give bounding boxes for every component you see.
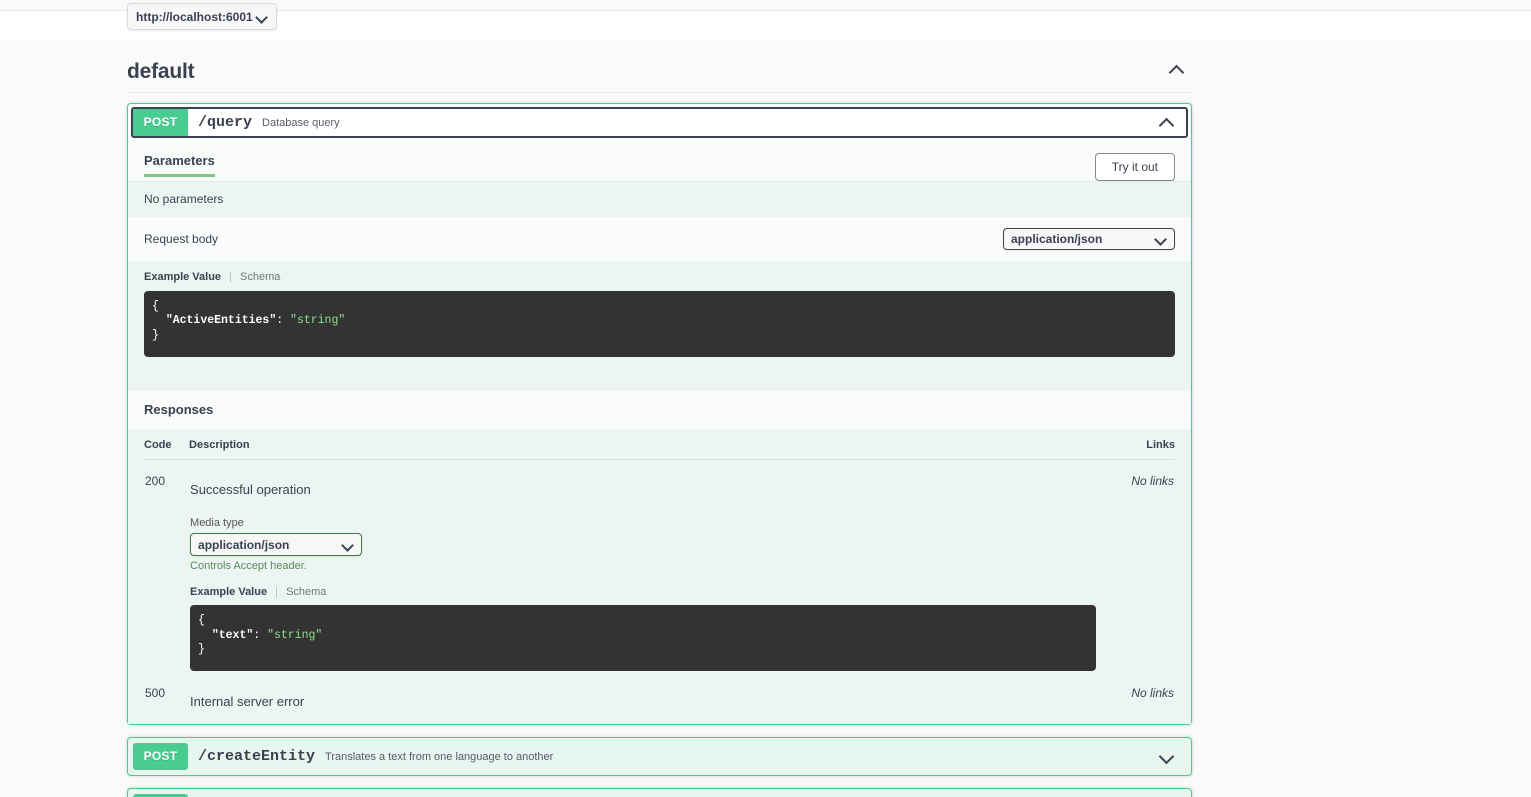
- code-open-brace: {: [198, 614, 205, 628]
- opblock-summary-post-createentity[interactable]: POST /createEntity Translates a text fro…: [128, 738, 1191, 775]
- request-body-media-type-select[interactable]: application/json: [1003, 228, 1175, 250]
- opblock-post-createentity[interactable]: POST /createEntity Translates a text fro…: [127, 737, 1192, 777]
- chevron-up-icon: [1168, 63, 1186, 77]
- col-header-links: Links: [1097, 429, 1175, 461]
- code-key: "text": [211, 628, 254, 642]
- response-description: Internal server error: [190, 694, 305, 710]
- opblock-summary-post-query[interactable]: POST /query Database query: [131, 107, 1188, 138]
- request-media-type-value: application/json: [1011, 232, 1103, 246]
- server-url-select[interactable]: http://localhost:6001: [127, 3, 277, 30]
- parameters-tab-row: Parameters Try it out: [128, 141, 1191, 181]
- chevron-up-icon: [1158, 116, 1176, 130]
- code-key: "ActiveEntities": [165, 314, 277, 328]
- chevron-down-icon: [1155, 233, 1167, 245]
- opblock-body: Parameters Try it out No parameters Requ…: [128, 141, 1191, 725]
- chevron-down-icon: [342, 539, 354, 551]
- code-colon: :: [253, 628, 268, 642]
- tab-schema[interactable]: Schema: [286, 586, 326, 598]
- col-header-code: Code: [144, 429, 190, 461]
- responses-header-row: Code Description Links: [144, 429, 1175, 461]
- try-it-out-button[interactable]: Try it out: [1094, 153, 1175, 181]
- media-type-label: Media type: [190, 517, 244, 530]
- responses-title: Responses: [128, 389, 1191, 430]
- code-close-brace: }: [152, 328, 159, 342]
- tag-header[interactable]: default: [127, 60, 1192, 93]
- swagger-ui-root: http://localhost:6001 default POST /quer…: [0, 3, 1531, 797]
- tab-separator: |: [229, 271, 232, 283]
- responses-table-wrap: Code Description Links 200 Successful op…: [128, 429, 1191, 725]
- code-open-brace: {: [152, 300, 159, 313]
- response-media-type-value: application/json: [198, 537, 290, 552]
- server-bar: http://localhost:6001: [0, 3, 1531, 40]
- response-links-500: No links: [1131, 686, 1174, 701]
- code-value: "string": [267, 628, 323, 642]
- tag-collapse-button[interactable]: [1168, 63, 1192, 82]
- response-links-200: No links: [1131, 474, 1174, 489]
- response-example-tabs: Example Value | Schema: [190, 586, 1096, 598]
- request-example-code: { "ActiveEntities": "string" }: [144, 291, 1175, 358]
- response-details-200: Successful operation Media type applicat…: [189, 460, 1097, 673]
- response-code-200: 200: [145, 474, 166, 489]
- table-row: 500 Internal server error No links: [144, 672, 1175, 710]
- chevron-down-icon: [1158, 750, 1176, 764]
- accept-header-note: Controls Accept header.: [190, 560, 307, 573]
- opblock-post-query: POST /query Database query Parameters Tr…: [127, 103, 1192, 726]
- table-row: 200 Successful operation Media type appl…: [144, 460, 1175, 673]
- response-code-500: 500: [145, 686, 166, 701]
- opblock-description: Translates a text from one language to a…: [325, 750, 554, 763]
- response-media-type-select[interactable]: application/json: [190, 533, 363, 557]
- responses-table: Code Description Links 200 Successful op…: [144, 429, 1175, 710]
- opblock-summary-post-poem[interactable]: POST /poem Generates a short poem about …: [128, 789, 1191, 797]
- col-header-description: Description: [189, 429, 1098, 461]
- http-method-badge: POST: [133, 743, 188, 771]
- opblock-path: /query: [198, 114, 253, 131]
- opblock-expand-button[interactable]: [1158, 750, 1186, 764]
- tab-separator: |: [275, 586, 278, 599]
- server-url-value: http://localhost:6001: [136, 9, 253, 24]
- tab-parameters[interactable]: Parameters: [144, 153, 215, 177]
- http-method-badge: POST: [133, 109, 188, 136]
- opblock-path: /createEntity: [198, 748, 316, 766]
- code-close-brace: }: [198, 642, 205, 656]
- tag-section-default: default POST /query Database query Param…: [0, 60, 1531, 797]
- response-details-500: Internal server error: [189, 672, 1097, 710]
- code-colon: :: [276, 314, 291, 328]
- opblock-description: Database query: [262, 116, 340, 129]
- no-parameters-text: No parameters: [128, 181, 1191, 216]
- response-example-code: { "text": "string" }: [190, 605, 1097, 672]
- opblock-collapse-button[interactable]: [1158, 116, 1186, 130]
- response-description: Successful operation: [190, 482, 311, 498]
- request-example-section: Example Value | Schema { "ActiveEntities…: [128, 261, 1191, 390]
- chevron-down-icon: [256, 11, 268, 23]
- request-body-row: Request body application/json: [128, 216, 1191, 261]
- tab-example-value[interactable]: Example Value: [190, 586, 267, 598]
- code-value: "string": [290, 314, 346, 328]
- opblock-post-poem[interactable]: POST /poem Generates a short poem about …: [127, 788, 1192, 797]
- tab-schema[interactable]: Schema: [240, 271, 280, 283]
- tag-title: default: [127, 60, 195, 83]
- request-example-tabs: Example Value | Schema: [144, 271, 1175, 283]
- request-body-label: Request body: [144, 232, 219, 246]
- tab-example-value[interactable]: Example Value: [144, 271, 221, 283]
